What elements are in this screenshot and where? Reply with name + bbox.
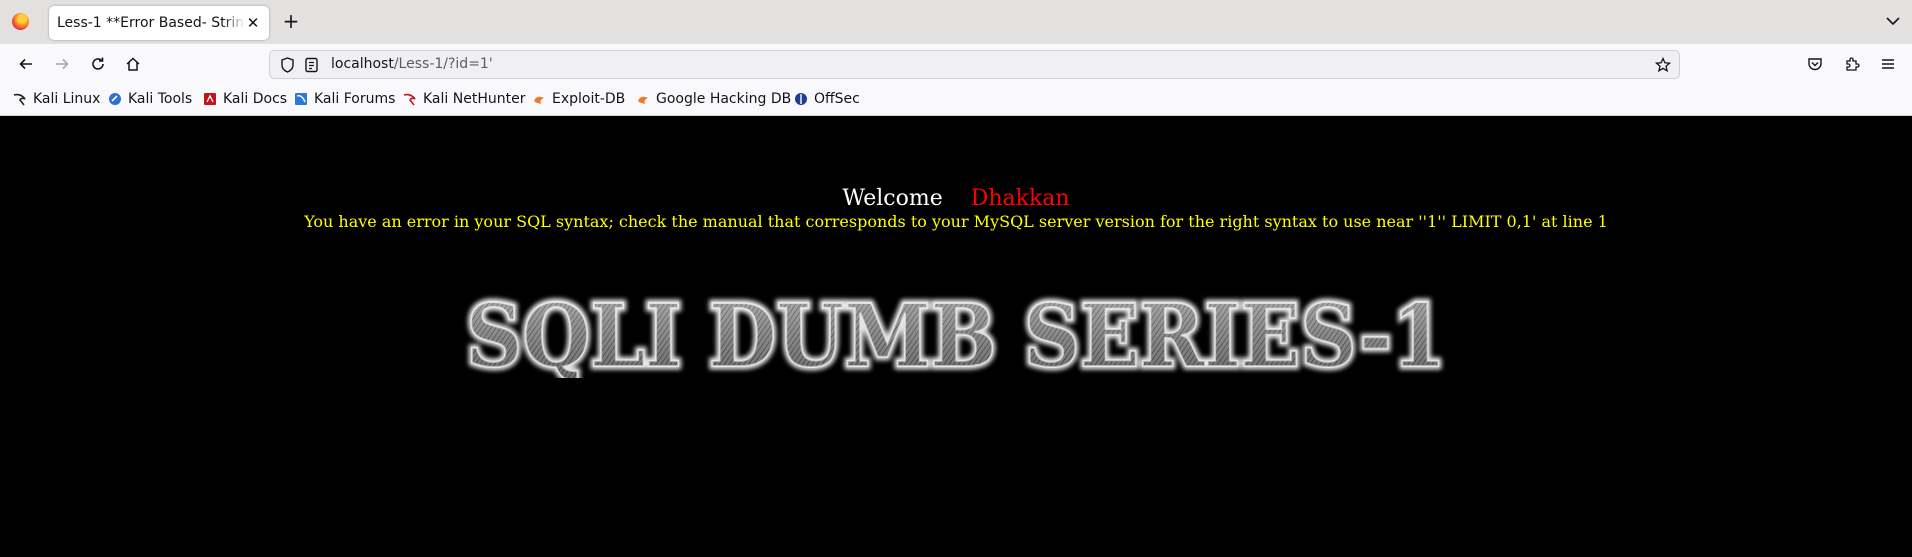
nav-bar: localhost/Less-1/?id=1' <box>0 44 1912 84</box>
forward-icon[interactable] <box>50 52 74 76</box>
tab-strip: Less-1 **Error Based- String** ✕ + <box>0 0 1912 44</box>
ghdb-icon <box>638 96 648 104</box>
url-text[interactable]: localhost/Less-1/?id=1' <box>331 56 493 73</box>
kali-tools-icon <box>109 93 121 105</box>
tab-active[interactable]: Less-1 **Error Based- String** ✕ <box>49 6 269 40</box>
page-content: Welcome Dhakkan You have an error in your… <box>0 116 1912 557</box>
back-icon[interactable] <box>14 52 38 76</box>
bookmark-kali-docs[interactable]: Kali Docs <box>203 90 287 108</box>
bookmark-kali-linux[interactable]: Kali Linux <box>13 90 100 108</box>
bookmark-offsec[interactable]: OffSec <box>794 90 860 108</box>
bookmark-star-icon[interactable] <box>1655 57 1671 73</box>
bookmark-kali-nethunter[interactable]: Kali NetHunter <box>403 90 525 108</box>
extensions-icon[interactable] <box>1840 52 1864 76</box>
exploit-db-icon <box>534 96 544 104</box>
app-menu-icon[interactable] <box>1876 52 1900 76</box>
bookmark-kali-forums[interactable]: Kali Forums <box>294 90 395 108</box>
bookmark-google-hacking-db[interactable]: Google Hacking DB <box>636 90 791 108</box>
tab-close-icon[interactable]: ✕ <box>245 15 261 31</box>
welcome-line: Welcome Dhakkan <box>0 186 1912 212</box>
kali-dragon-icon <box>13 93 26 106</box>
tab-title: Less-1 **Error Based- String** <box>57 15 243 31</box>
browser-chrome: Less-1 **Error Based- String** ✕ + <box>0 0 1912 116</box>
bookmarks-toolbar: Kali Linux Kali Tools Kali Docs Kali For… <box>0 84 1912 116</box>
url-bar[interactable]: localhost/Less-1/?id=1' <box>269 50 1680 79</box>
page-info-icon[interactable] <box>304 57 319 73</box>
firefox-view-icon[interactable] <box>12 13 29 30</box>
home-icon[interactable] <box>121 52 145 76</box>
new-tab-icon[interactable]: + <box>281 11 301 31</box>
kali-docs-icon <box>204 93 216 105</box>
tab-list-chevron-icon[interactable] <box>1884 12 1902 30</box>
welcome-name: Dhakkan <box>970 186 1070 211</box>
sql-error-message: You have an error in your SQL syntax; ch… <box>304 212 1608 231</box>
kali-nethunter-icon <box>403 93 416 106</box>
bookmark-kali-tools[interactable]: Kali Tools <box>108 90 192 108</box>
bookmark-exploit-db[interactable]: Exploit-DB <box>532 90 625 108</box>
tracking-protection-shield-icon[interactable] <box>280 57 295 73</box>
welcome-text: Welcome <box>842 186 943 211</box>
banner-shade: SQLI DUMB SERIES-1 <box>466 288 1446 378</box>
reload-icon[interactable] <box>86 52 110 76</box>
url-host: localhost <box>331 56 394 72</box>
url-path: /Less-1/?id=1' <box>393 56 493 72</box>
sqli-dumb-series-banner: SQLI DUMB SERIES-1 SQLI DUMB SERIES-1 SQ… <box>463 288 1450 378</box>
offsec-icon <box>795 93 807 105</box>
kali-forums-icon <box>295 93 307 105</box>
pocket-icon[interactable] <box>1803 52 1827 76</box>
